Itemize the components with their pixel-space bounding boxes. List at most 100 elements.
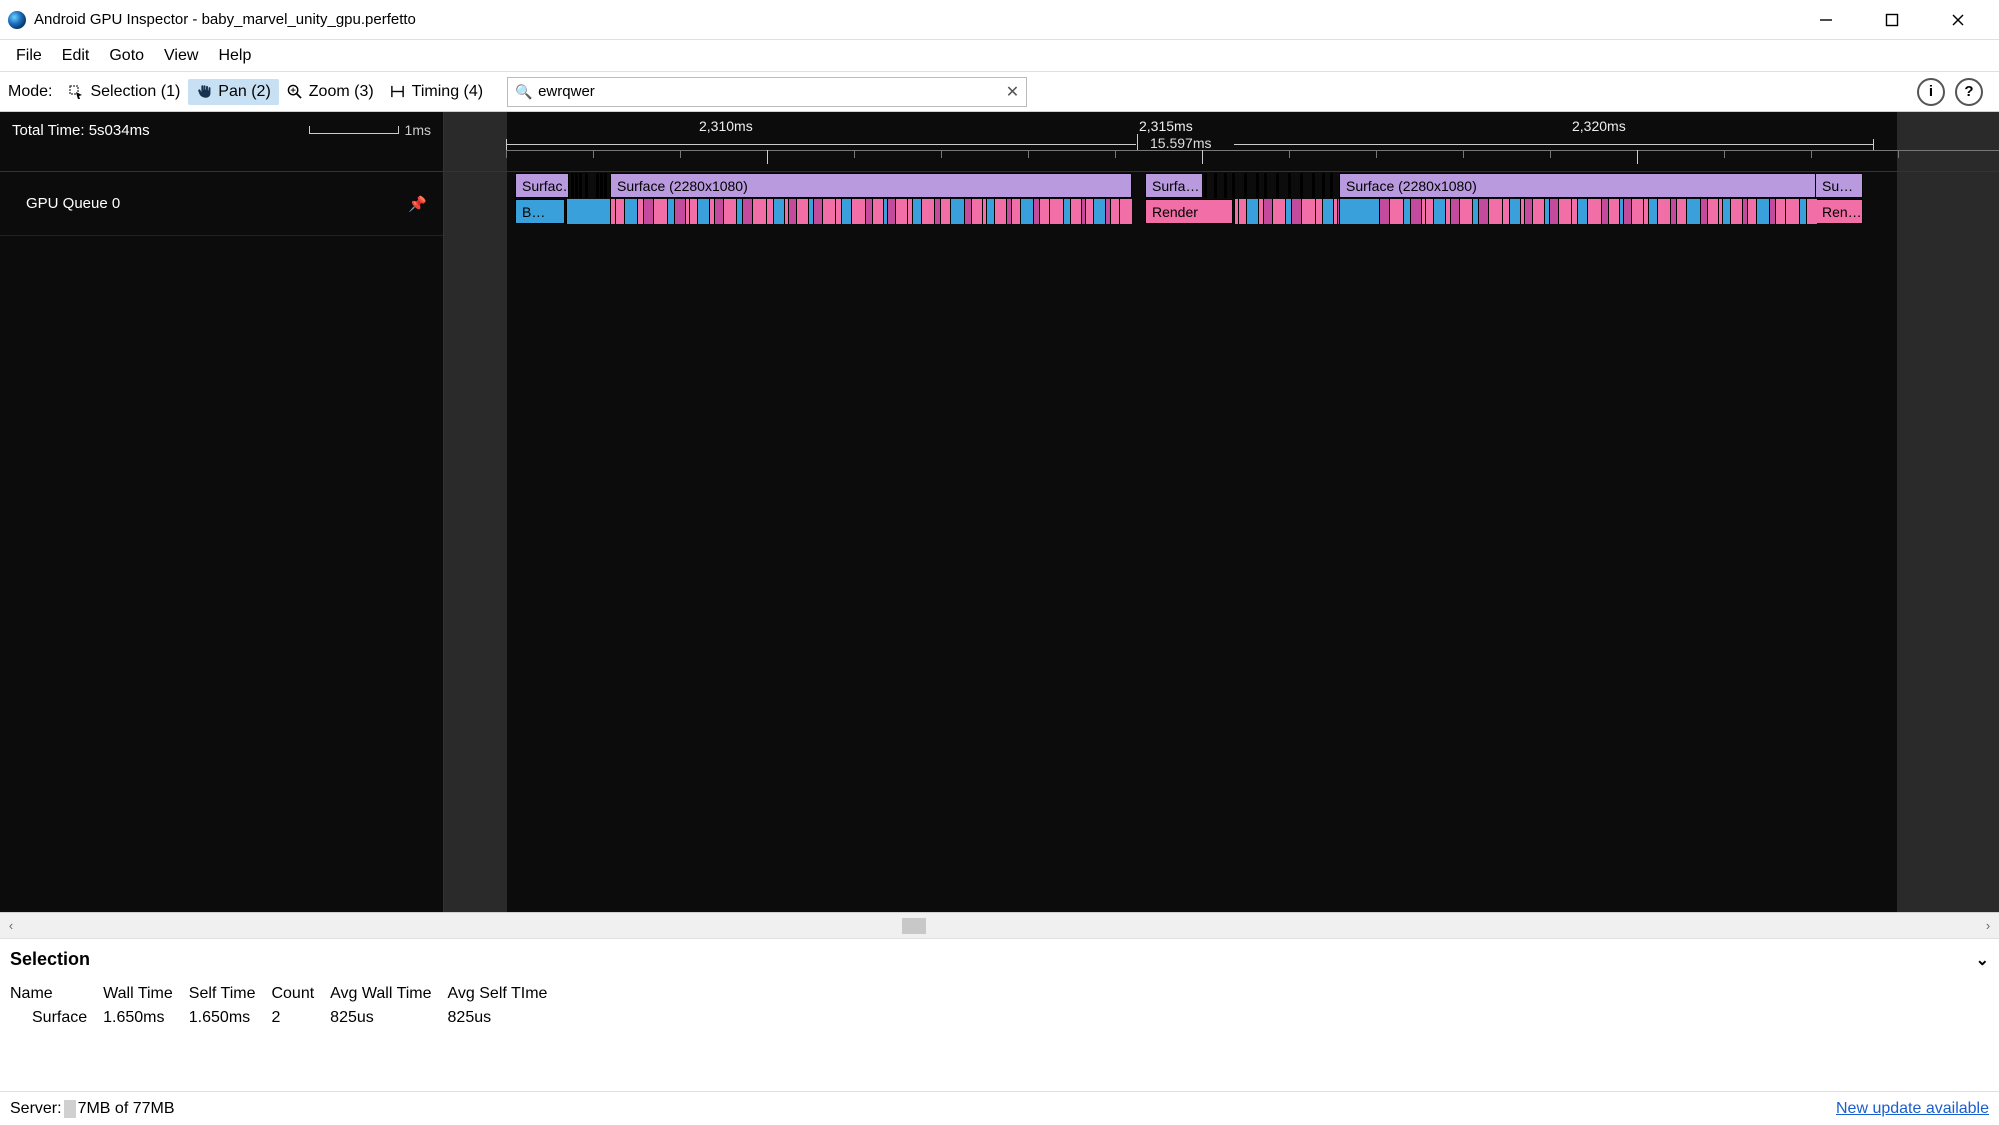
update-link[interactable]: New update available [1836, 1100, 1989, 1118]
render-slice[interactable] [1020, 199, 1033, 224]
surface-segment[interactable]: Surfac… [515, 173, 569, 198]
render-slice[interactable] [1775, 199, 1785, 224]
render-slice[interactable] [1524, 199, 1532, 224]
render-slice[interactable] [697, 199, 709, 224]
info-button[interactable]: i [1917, 78, 1945, 106]
horizontal-scrollbar[interactable]: ‹ › [0, 912, 1999, 938]
render-slice[interactable] [1532, 199, 1544, 224]
render-segment[interactable]: B… [515, 199, 565, 224]
render-slice[interactable] [851, 199, 865, 224]
track-gpu-queue-0[interactable]: Surfac…Surface (2280x1080)Surfa…Surface … [444, 172, 1999, 226]
render-slice[interactable] [1549, 199, 1558, 224]
render-slice[interactable] [994, 199, 1006, 224]
render-slice[interactable] [1558, 199, 1571, 224]
render-slice[interactable] [912, 199, 921, 224]
table-row[interactable]: Surface1.650ms1.650ms2825us825us [10, 1006, 563, 1030]
render-slice[interactable] [566, 199, 610, 224]
render-slice[interactable] [1450, 199, 1459, 224]
column-header[interactable]: Self Time [189, 982, 272, 1006]
render-slice[interactable] [1238, 199, 1246, 224]
render-slice[interactable] [822, 199, 835, 224]
render-slice[interactable] [1756, 199, 1769, 224]
close-button[interactable] [1939, 6, 1977, 34]
render-slice[interactable] [841, 199, 851, 224]
render-slice[interactable] [1623, 199, 1631, 224]
mode-zoom-button[interactable]: Zoom (3) [279, 79, 382, 105]
render-slice[interactable] [615, 199, 624, 224]
render-slice[interactable] [624, 199, 637, 224]
column-header[interactable]: Avg Self TIme [448, 982, 564, 1006]
render-slice[interactable] [1011, 199, 1020, 224]
render-slice[interactable] [1657, 199, 1670, 224]
render-slice[interactable] [813, 199, 822, 224]
render-slice[interactable] [1686, 199, 1700, 224]
render-slice[interactable] [1049, 199, 1063, 224]
render-slice[interactable] [1799, 199, 1806, 224]
render-slice[interactable] [1601, 199, 1608, 224]
render-slice[interactable] [1246, 199, 1258, 224]
render-slice[interactable] [1488, 199, 1502, 224]
sidebar-row-gpu-queue-0[interactable]: GPU Queue 0 📌 [0, 172, 443, 236]
render-slice[interactable] [1730, 199, 1742, 224]
render-slice[interactable] [1700, 199, 1707, 224]
render-slice[interactable] [752, 199, 766, 224]
render-slice[interactable] [872, 199, 883, 224]
render-slice[interactable] [788, 199, 796, 224]
render-slice[interactable] [643, 199, 653, 224]
render-slice[interactable] [1648, 199, 1657, 224]
render-slice[interactable] [1291, 199, 1301, 224]
mode-pan-button[interactable]: Pan (2) [188, 79, 278, 105]
render-slice[interactable] [1315, 199, 1322, 224]
render-slice[interactable] [986, 199, 994, 224]
render-slice[interactable] [796, 199, 808, 224]
minimize-button[interactable] [1807, 6, 1845, 34]
render-slice[interactable] [1722, 199, 1730, 224]
trace-canvas[interactable]: 2,310ms 2,315ms 2,320ms 15.597ms Surfac…… [444, 112, 1999, 912]
help-button[interactable]: ? [1955, 78, 1983, 106]
render-slice[interactable] [1085, 199, 1093, 224]
pin-icon[interactable]: 📌 [408, 195, 427, 213]
render-segment[interactable]: Render [1145, 199, 1233, 224]
render-slice[interactable] [895, 199, 907, 224]
render-slice[interactable] [1631, 199, 1643, 224]
mode-timing-button[interactable]: Timing (4) [382, 79, 491, 105]
render-slice[interactable] [1785, 199, 1799, 224]
surface-segment[interactable]: Surface (2280x1080) [610, 173, 1132, 198]
render-slice[interactable] [723, 199, 736, 224]
render-slice[interactable] [1425, 199, 1433, 224]
render-slice[interactable] [1459, 199, 1472, 224]
surface-segment[interactable]: Su… [1815, 173, 1863, 198]
render-slice[interactable] [1676, 199, 1686, 224]
render-slice[interactable] [742, 199, 752, 224]
search-input[interactable] [507, 77, 1027, 107]
mode-selection-button[interactable]: Selection (1) [60, 79, 188, 105]
chevron-down-icon[interactable]: ⌄ [1976, 950, 1989, 970]
render-slice[interactable] [1272, 199, 1285, 224]
render-slice[interactable] [1322, 199, 1333, 224]
column-header[interactable]: Name [10, 982, 103, 1006]
render-slice[interactable] [689, 199, 697, 224]
render-slice[interactable] [1608, 199, 1619, 224]
render-slice[interactable] [1747, 199, 1756, 224]
scroll-right-arrow[interactable]: › [1977, 918, 1999, 933]
render-slice[interactable] [865, 199, 872, 224]
render-segment[interactable]: Ren… [1815, 199, 1863, 224]
render-slice[interactable] [1509, 199, 1520, 224]
menu-file[interactable]: File [6, 43, 52, 69]
render-slice[interactable] [1502, 199, 1509, 224]
menu-help[interactable]: Help [208, 43, 261, 69]
render-slice[interactable] [1707, 199, 1718, 224]
time-ruler[interactable]: 2,310ms 2,315ms 2,320ms 15.597ms [444, 112, 1999, 172]
clear-search-icon[interactable]: ✕ [1006, 82, 1019, 102]
scroll-thumb[interactable] [902, 918, 926, 934]
render-slice[interactable] [940, 199, 950, 224]
render-slice[interactable] [950, 199, 964, 224]
render-slice[interactable] [766, 199, 773, 224]
render-slice[interactable] [674, 199, 685, 224]
render-slice[interactable] [773, 199, 784, 224]
render-slice[interactable] [1587, 199, 1601, 224]
menu-edit[interactable]: Edit [52, 43, 100, 69]
render-slice[interactable] [1403, 199, 1410, 224]
render-slice[interactable] [653, 199, 667, 224]
scroll-trough[interactable] [22, 913, 1977, 938]
